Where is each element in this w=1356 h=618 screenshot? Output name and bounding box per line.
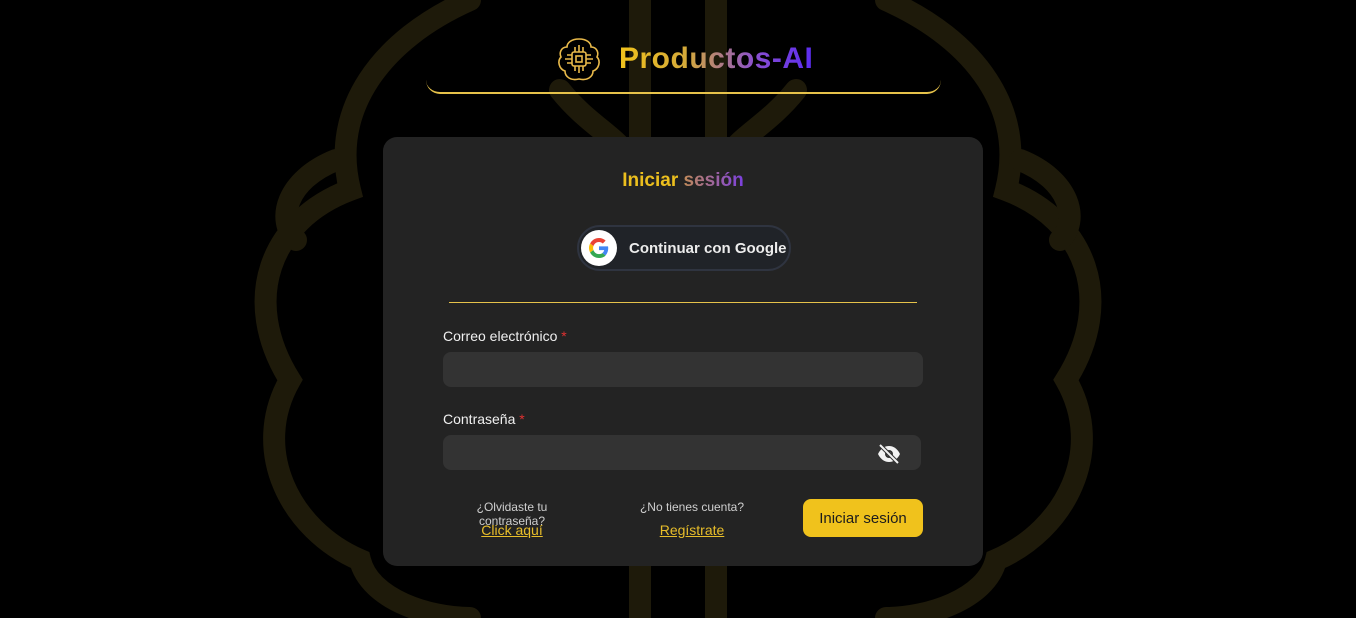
divider (449, 302, 917, 303)
brand-name: Productos-AI (619, 42, 814, 75)
required-mark: * (519, 411, 525, 427)
google-signin-button[interactable]: Continuar con Google (577, 225, 791, 271)
password-field[interactable] (443, 435, 921, 470)
login-title: Iniciar sesión (383, 170, 983, 192)
register-link[interactable]: Regístrate (635, 522, 749, 538)
login-card: Iniciar sesión Continuar con Google Corr… (383, 137, 983, 566)
email-label-text: Correo electrónico (443, 328, 558, 344)
email-field[interactable] (443, 352, 923, 387)
login-title-part1: Iniciar (622, 170, 679, 191)
google-icon (581, 230, 617, 266)
brand[interactable]: Productos-AI (555, 34, 813, 84)
required-mark: * (561, 328, 567, 344)
forgot-password-link[interactable]: Click aquí (443, 522, 581, 538)
register-hint: ¿No tienes cuenta? (639, 500, 745, 514)
password-label: Contraseña * (443, 411, 525, 427)
google-signin-label: Continuar con Google (629, 239, 787, 257)
login-submit-button[interactable]: Iniciar sesión (803, 499, 923, 537)
eye-slash-icon[interactable] (877, 442, 901, 466)
brain-chip-icon (558, 38, 600, 81)
password-label-text: Contraseña (443, 411, 516, 427)
email-label: Correo electrónico * (443, 328, 567, 344)
login-title-part2: sesión (683, 170, 744, 191)
